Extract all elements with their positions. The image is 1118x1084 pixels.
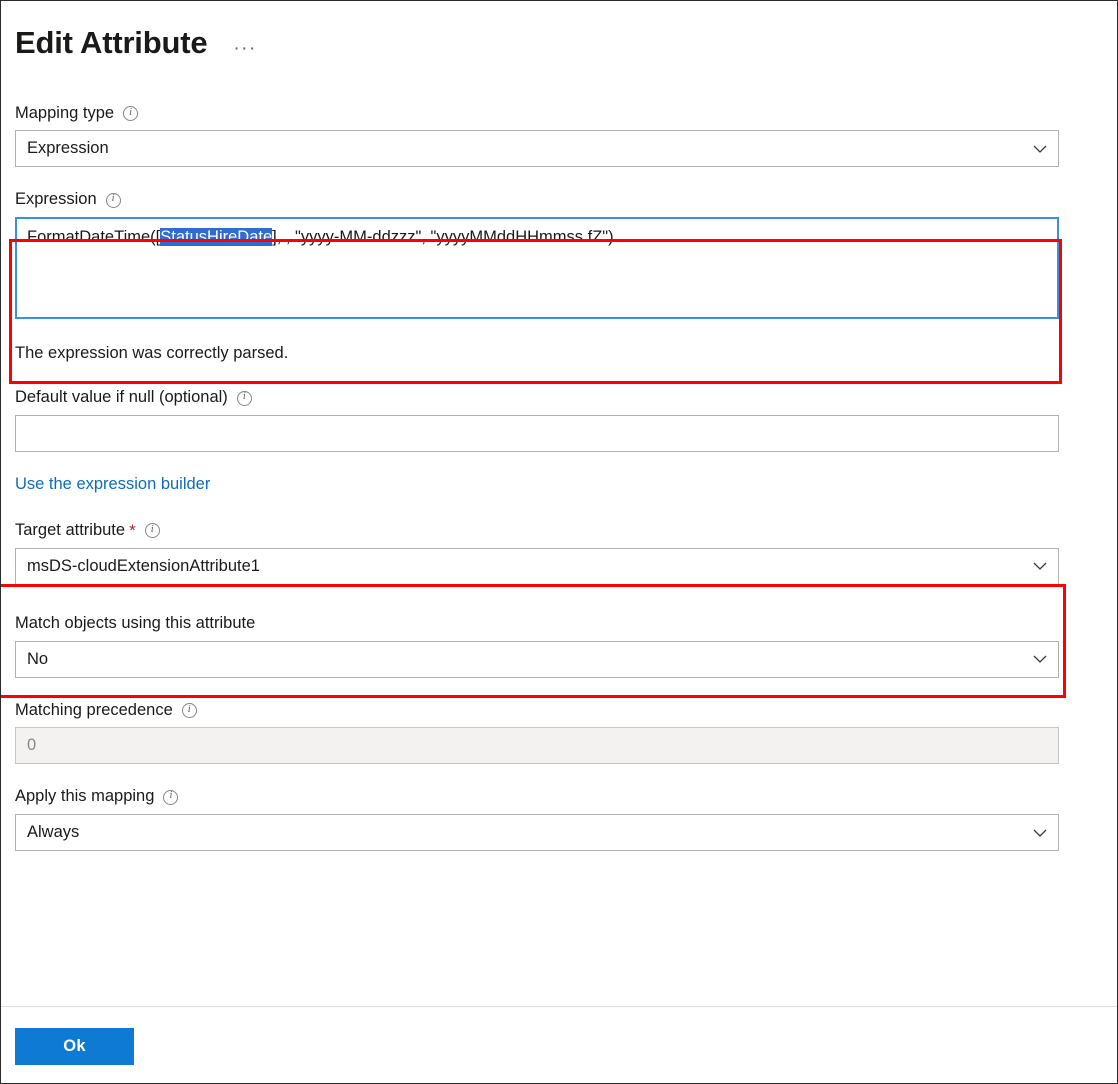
expression-textarea[interactable]: FormatDateTime([StatusHireDate], , "yyyy… [15,217,1059,320]
panel-header: Edit Attribute ··· [1,1,1117,60]
field-match-objects: Match objects using this attribute No [15,613,1117,678]
match-objects-label-row: Match objects using this attribute [15,613,1117,634]
edit-attribute-form: Mapping type i Expression Expression i F… [1,103,1117,852]
edit-attribute-panel: Edit Attribute ··· Mapping type i Expres… [0,0,1118,1084]
matching-precedence-label: Matching precedence [15,700,173,719]
info-icon[interactable]: i [144,523,160,539]
apply-mapping-select[interactable]: Always [15,814,1059,852]
apply-mapping-label: Apply this mapping [15,787,155,806]
apply-mapping-value: Always [27,823,80,842]
info-icon[interactable]: i [163,789,179,805]
info-icon[interactable]: i [236,390,252,406]
expression-text-after: ], , "yyyy-MM-ddzzz", "yyyyMMddHHmmss.fZ… [272,228,614,247]
footer-divider [1,1006,1117,1007]
field-target-attribute: Target attribute * i msDS-cloudExtension… [15,520,1117,585]
matching-precedence-value: 0 [27,736,37,755]
field-apply-mapping: Apply this mapping i Always [15,787,1117,852]
target-attribute-select[interactable]: msDS-cloudExtensionAttribute1 [15,547,1059,585]
overflow-menu-icon[interactable]: ··· [233,39,256,58]
ok-button[interactable]: Ok [15,1028,134,1065]
expression-parse-status: The expression was correctly parsed. [15,344,289,363]
target-attribute-label-row: Target attribute * i [15,520,1117,541]
default-value-label: Default value if null (optional) [15,388,228,407]
mapping-type-value: Expression [27,139,109,158]
match-objects-value: No [27,649,49,668]
chevron-down-icon [1032,558,1048,574]
field-expression: Expression i FormatDateTime([StatusHireD… [15,190,1117,320]
info-icon[interactable]: i [105,192,121,208]
field-mapping-type: Mapping type i Expression [15,103,1117,168]
chevron-down-icon [1032,825,1048,841]
default-value-input[interactable] [15,414,1059,452]
required-marker: * [129,521,136,541]
mapping-type-label: Mapping type [15,103,115,122]
apply-mapping-label-row: Apply this mapping i [15,787,1117,807]
match-objects-select[interactable]: No [15,640,1059,678]
field-matching-precedence: Matching precedence i 0 [15,700,1117,765]
page-title: Edit Attribute [15,25,208,60]
expression-label-row: Expression i [15,190,1117,210]
target-attribute-label: Target attribute [15,520,126,539]
expression-builder-link[interactable]: Use the expression builder [15,475,210,494]
expression-text-selected: StatusHireDate [160,228,273,247]
expression-label: Expression [15,190,97,209]
info-icon[interactable]: i [181,702,197,718]
default-value-label-row: Default value if null (optional) i [15,388,1117,408]
matching-precedence-label-row: Matching precedence i [15,700,1117,721]
matching-precedence-input: 0 [15,727,1059,765]
match-objects-label: Match objects using this attribute [15,613,256,632]
chevron-down-icon [1032,141,1048,157]
target-attribute-value: msDS-cloudExtensionAttribute1 [27,556,260,575]
expression-text-before: FormatDateTime([ [27,228,161,247]
mapping-type-select[interactable]: Expression [15,130,1059,168]
info-icon[interactable]: i [123,105,139,121]
mapping-type-label-row: Mapping type i [15,103,1117,124]
field-default-value: Default value if null (optional) i [15,388,1117,452]
chevron-down-icon [1032,651,1048,667]
